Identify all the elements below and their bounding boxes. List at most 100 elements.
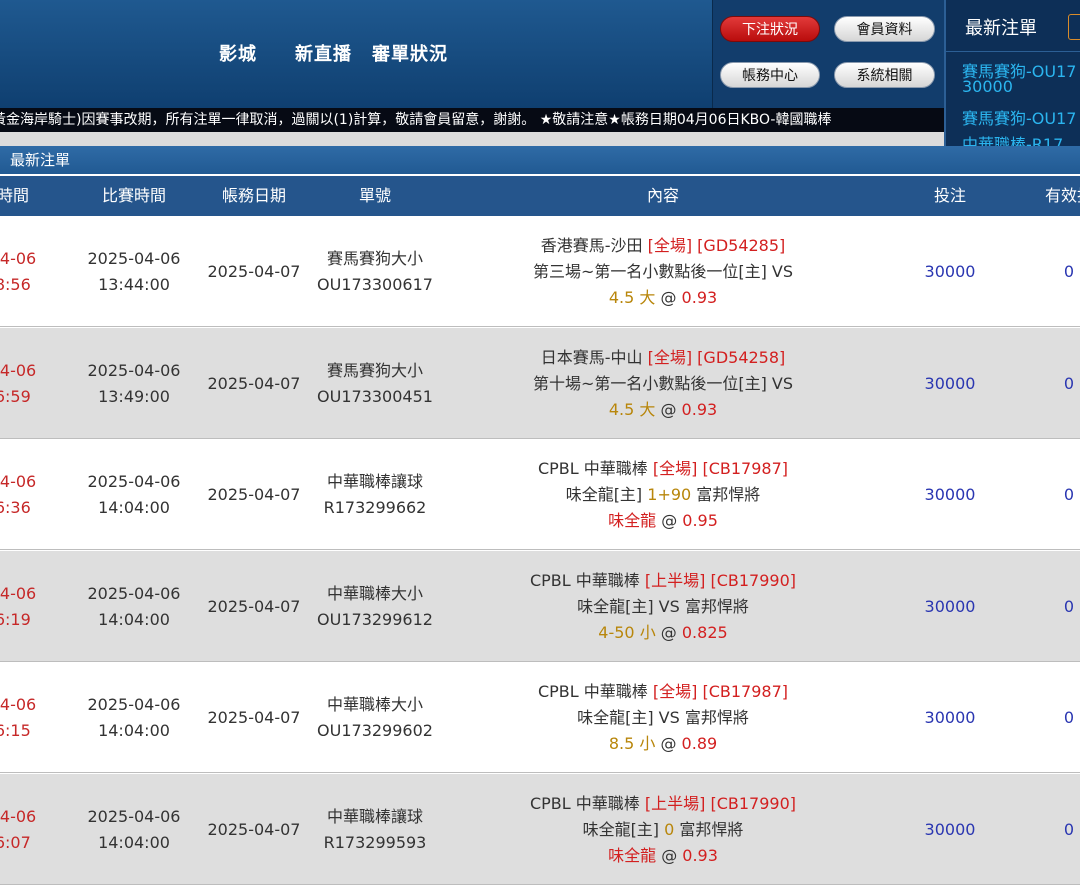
handicap-line: 0 <box>664 819 675 839</box>
bet-odds: 0.95 <box>682 510 718 530</box>
bet-date: 5-04-06 <box>0 806 37 826</box>
account-center-button[interactable]: 帳務中心 <box>720 62 820 88</box>
content-line-match: 第十場~第一名小數點後一位[主] VS <box>533 371 793 397</box>
announcement-text: 黃金海岸騎士)因賽事改期，所有注單一律取消，過關以(1)計算，敬請會員留意，謝謝… <box>0 112 832 128</box>
side-divider <box>946 51 1080 52</box>
marquee-gap <box>0 132 944 146</box>
account-date: 2025-04-07 <box>207 373 301 393</box>
odds-separator: @ <box>656 510 683 530</box>
bet-time-cell: 5-04-06 :26:36 <box>0 439 70 550</box>
account-date: 2025-04-07 <box>207 484 301 504</box>
bet-date: 5-04-06 <box>0 694 37 714</box>
account-date-cell: 2025-04-07 <box>198 551 310 662</box>
league-name: CPBL 中華職棒 <box>537 458 653 478</box>
nav-cinema[interactable]: 影城 <box>219 40 257 66</box>
odds-separator: @ <box>655 622 682 642</box>
ticket-number[interactable]: OU173299602 <box>317 718 433 744</box>
content-cell: CPBL 中華職棒 [全場] [CB17987] 味全龍[主] 1+90 富邦悍… <box>440 439 886 550</box>
period-badge: [全場] <box>652 458 698 478</box>
league-name: CPBL 中華職棒 <box>529 570 645 590</box>
bet-time: :26:07 <box>0 832 31 852</box>
ticket-number[interactable]: R173299593 <box>324 830 427 856</box>
stake-amount: 30000 <box>924 484 976 504</box>
valid-stake-amount: 0 <box>1063 484 1075 504</box>
bet-pick: 味全龍 <box>608 510 657 530</box>
table-row[interactable]: 5-04-06 :26:07 2025-04-06 14:04:00 2025-… <box>0 774 1080 885</box>
bet-date: 5-04-06 <box>0 583 37 603</box>
valid-stake-cell: 0 <box>1014 328 1080 439</box>
col-match-time: 比賽時間 <box>101 186 166 205</box>
col-account-date: 帳務日期 <box>221 186 286 205</box>
account-date: 2025-04-07 <box>207 819 301 839</box>
content-line-league: CPBL 中華職棒 [全場] [CB17987] <box>538 679 788 705</box>
content-line-pick: 味全龍 @ 0.95 <box>608 508 718 534</box>
latest-bets-toggle[interactable] <box>1068 14 1080 40</box>
ticket-cell: 中華職棒讓球 R173299593 <box>310 774 440 885</box>
match-time: 13:49:00 <box>98 386 170 406</box>
system-button[interactable]: 系統相關 <box>834 62 935 88</box>
content-cell: CPBL 中華職棒 [全場] [CB17987] 味全龍[主] VS 富邦悍將 … <box>440 662 886 773</box>
bet-time-cell: 5-04-06 :26:15 <box>0 662 70 773</box>
valid-stake-cell: 0 <box>1014 216 1080 327</box>
main-nav: 影城 新直播 審單狀況 <box>219 40 448 66</box>
ticket-number[interactable]: OU173300617 <box>317 272 433 298</box>
valid-stake-amount: 0 <box>1063 596 1075 616</box>
member-info-button[interactable]: 會員資料 <box>834 16 935 42</box>
nav-live[interactable]: 新直播 <box>295 40 352 66</box>
bet-status-button[interactable]: 下注狀況 <box>720 16 820 42</box>
match-time-cell: 2025-04-06 14:04:00 <box>70 774 198 885</box>
stake-amount: 30000 <box>924 373 976 393</box>
period-badge: [全場] <box>647 235 693 255</box>
ticket-number[interactable]: OU173300451 <box>317 384 433 410</box>
match-date: 2025-04-06 <box>87 583 181 603</box>
ticket-cell: 中華職棒大小 OU173299602 <box>310 662 440 773</box>
table-row[interactable]: 5-04-06 :36:59 2025-04-06 13:49:00 2025-… <box>0 328 1080 439</box>
valid-stake-amount: 0 <box>1063 819 1075 839</box>
match-time-cell: 2025-04-06 13:44:00 <box>70 216 198 327</box>
table-row[interactable]: 5-04-06 :26:36 2025-04-06 14:04:00 2025-… <box>0 439 1080 550</box>
ticket-cell: 中華職棒大小 OU173299612 <box>310 551 440 662</box>
event-code: [GD54285] <box>692 235 786 255</box>
bet-odds: 0.93 <box>681 399 718 419</box>
content-cell: CPBL 中華職棒 [上半場] [CB17990] 味全龍[主] 0 富邦悍將 … <box>440 774 886 885</box>
bet-time: :26:36 <box>0 497 31 517</box>
bet-type: 賽馬賽狗大小 <box>326 360 423 380</box>
content-line-pick: 8.5 小 @ 0.89 <box>609 731 717 757</box>
match-date: 2025-04-06 <box>87 806 181 826</box>
stake-amount: 30000 <box>924 707 976 727</box>
odds-separator: @ <box>655 399 682 419</box>
table-row[interactable]: 5-04-06 :26:19 2025-04-06 14:04:00 2025-… <box>0 551 1080 662</box>
stake-cell: 30000 <box>886 328 1014 439</box>
odds-separator: @ <box>655 733 682 753</box>
ticket-number[interactable]: R173299662 <box>324 495 427 521</box>
table-row[interactable]: 5-04-06 :38:56 2025-04-06 13:44:00 2025-… <box>0 216 1080 327</box>
period-badge: [上半場] <box>644 570 706 590</box>
bet-type: 中華職棒讓球 <box>326 471 423 491</box>
latest-bet-line: 30000 <box>962 77 1013 96</box>
bet-odds: 0.93 <box>682 845 718 865</box>
bet-type: 賽馬賽狗大小 <box>326 248 423 268</box>
account-date-cell: 2025-04-07 <box>198 328 310 439</box>
content-line-match: 味全龍[主] VS 富邦悍將 <box>577 705 749 731</box>
match-time-cell: 2025-04-06 14:04:00 <box>70 551 198 662</box>
col-bet-time: 注時間 <box>0 186 29 205</box>
bet-time-cell: 5-04-06 :38:56 <box>0 216 70 327</box>
matchup-text: 味全龍[主] VS 富邦悍將 <box>577 596 749 616</box>
latest-bet-line[interactable]: 賽馬賽狗-OU17 <box>962 105 1076 129</box>
table-header: 注時間 比賽時間 帳務日期 單號 內容 投注 有效投 <box>0 176 1080 216</box>
stake-cell: 30000 <box>886 662 1014 773</box>
stake-cell: 30000 <box>886 216 1014 327</box>
table-row[interactable]: 5-04-06 :26:15 2025-04-06 14:04:00 2025-… <box>0 662 1080 773</box>
ticket-cell: 中華職棒讓球 R173299662 <box>310 439 440 550</box>
match-date: 2025-04-06 <box>87 471 181 491</box>
content-cell: 日本賽馬-中山 [全場] [GD54258] 第十場~第一名小數點後一位[主] … <box>440 328 886 439</box>
event-code: [CB17990] <box>705 793 796 813</box>
nav-review-status[interactable]: 審單狀況 <box>372 40 448 66</box>
ticket-number[interactable]: OU173299612 <box>317 607 433 633</box>
odds-separator: @ <box>656 845 683 865</box>
content-line-league: CPBL 中華職棒 [上半場] [CB17990] <box>530 568 796 594</box>
match-time: 14:04:00 <box>98 720 170 740</box>
event-code: [CB17987] <box>697 458 788 478</box>
matchup-text: 味全龍[主] <box>565 484 648 504</box>
league-name: 香港賽馬-沙田 <box>540 235 648 255</box>
